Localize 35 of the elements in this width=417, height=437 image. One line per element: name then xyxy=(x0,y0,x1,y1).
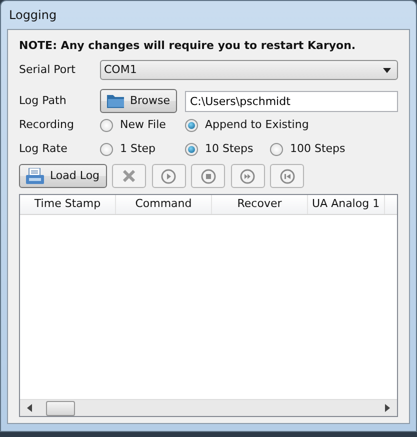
horizontal-scrollbar[interactable] xyxy=(20,399,397,416)
radio-option[interactable]: 10 Steps xyxy=(185,140,270,158)
radio-option[interactable]: 100 Steps xyxy=(270,140,360,158)
note-text: NOTE: Any changes will require you to restart Karyon. xyxy=(19,38,357,54)
scroll-right-icon[interactable] xyxy=(383,404,391,412)
field-label: Serial Port xyxy=(19,62,76,78)
column-header[interactable]: Command xyxy=(116,195,212,214)
load-log-button[interactable]: Load Log xyxy=(19,164,107,188)
radio-button[interactable] xyxy=(185,142,198,156)
play-icon xyxy=(161,168,176,184)
scroll-left-icon[interactable] xyxy=(26,404,34,412)
serial-port-dropdown[interactable]: COM1 xyxy=(100,60,398,80)
browse-button[interactable]: Browse xyxy=(100,89,177,113)
radio-button[interactable] xyxy=(100,118,113,132)
window-title: Logging xyxy=(9,7,57,24)
folder-icon xyxy=(107,94,124,108)
fast-forward-icon xyxy=(240,168,256,184)
scrollbar-thumb[interactable] xyxy=(46,400,75,416)
column-header[interactable]: Recover xyxy=(212,195,308,214)
radio-button[interactable] xyxy=(270,142,283,156)
close-icon xyxy=(123,170,136,182)
column-header[interactable]: UA Analog 1 xyxy=(308,195,385,214)
radio-button[interactable] xyxy=(100,142,113,156)
field-label: Log Rate xyxy=(19,140,68,157)
skip-back-icon xyxy=(280,168,295,184)
radio-button[interactable] xyxy=(185,118,198,132)
stop-icon xyxy=(200,168,216,184)
radio-option[interactable]: 1 Step xyxy=(100,140,185,158)
dropdown-arrow-icon xyxy=(383,68,391,72)
column-header[interactable]: Time Stamp xyxy=(20,195,116,214)
radio-option[interactable]: New File xyxy=(100,116,185,134)
field-label: Log Path xyxy=(19,92,68,109)
field-label: Recording xyxy=(19,116,76,133)
radio-option[interactable]: Append to Existing xyxy=(185,116,325,134)
log-path-field[interactable]: C:\Users\pschmidt xyxy=(185,90,398,112)
